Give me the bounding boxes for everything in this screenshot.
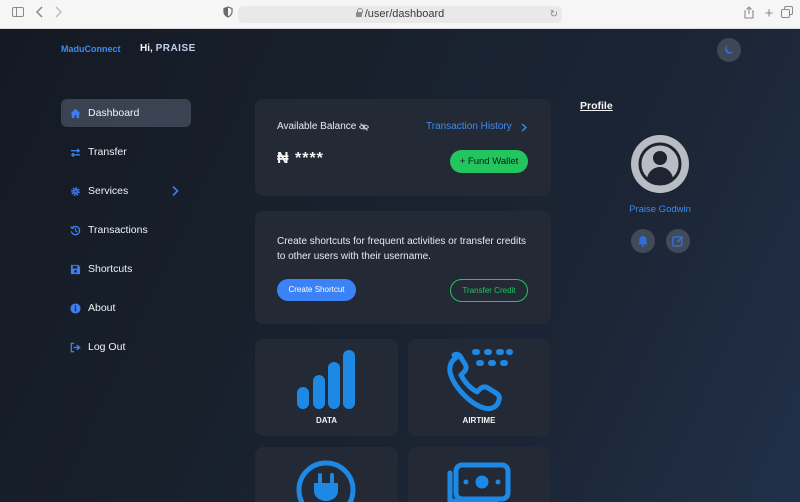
logout-icon [70, 342, 81, 353]
forward-icon[interactable] [50, 6, 66, 22]
chevron-right-icon[interactable] [521, 123, 527, 132]
reload-icon[interactable]: ↻ [550, 6, 558, 23]
sidebar-item-shortcuts[interactable]: Shortcuts [61, 255, 191, 283]
brand-logo[interactable]: MaduConnect [61, 44, 121, 54]
sidebar-item-label: Shortcuts [88, 263, 132, 275]
address-bar[interactable]: /user/dashboard ↻ [238, 6, 562, 23]
sidebar-toggle-icon[interactable] [10, 6, 26, 22]
shortcuts-card: Create shortcuts for frequent activities… [255, 211, 551, 324]
phone-icon [446, 346, 514, 412]
money-bill-icon [446, 461, 512, 502]
signal-bars-icon [295, 349, 357, 411]
electric-plug-icon [295, 459, 357, 502]
eye-slash-icon[interactable] [359, 123, 369, 131]
url-text: /user/dashboard [365, 8, 445, 20]
home-icon [70, 108, 81, 119]
tile-label: AIRTIME [408, 416, 550, 425]
edit-profile-button[interactable] [666, 229, 690, 253]
sidebar-item-about[interactable]: About [61, 294, 191, 322]
bill-payment-tile[interactable] [408, 447, 550, 502]
fund-wallet-button[interactable]: + Fund Wallet [450, 150, 528, 173]
sidebar-item-label: Services [88, 185, 128, 197]
app-root: MaduConnect Hi, PRAISE Dashboard Transfe… [0, 29, 800, 502]
sidebar-item-dashboard[interactable]: Dashboard [61, 99, 191, 127]
info-icon [70, 303, 81, 314]
sidebar-item-label: Dashboard [88, 107, 139, 119]
balance-label: Available Balance [277, 121, 356, 132]
sidebar-item-label: Transactions [88, 224, 148, 236]
transfer-credit-button[interactable]: Transfer Credit [450, 279, 528, 302]
tabs-overview-icon[interactable] [779, 6, 795, 22]
new-tab-icon[interactable]: + [761, 6, 777, 22]
tile-label: DATA [255, 416, 398, 425]
profile-title: Profile [580, 100, 613, 112]
theme-toggle-button[interactable] [717, 38, 741, 62]
sidebar-item-label: Log Out [88, 341, 125, 353]
moon-icon [723, 44, 735, 56]
sidebar-item-transfer[interactable]: Transfer [61, 138, 191, 166]
save-icon [70, 264, 81, 275]
balance-value: ₦ **** [277, 150, 324, 168]
greeting-user-name: PRAISE [156, 43, 196, 54]
balance-card: Available Balance Transaction History ₦ … [255, 99, 551, 196]
sidebar-item-logout[interactable]: Log Out [61, 333, 191, 361]
shield-icon[interactable] [220, 6, 236, 22]
lock-icon [356, 12, 362, 17]
profile-name: Praise Godwin [610, 204, 710, 215]
sidebar-item-services[interactable]: Services [61, 177, 191, 205]
bell-icon [637, 235, 649, 247]
shortcuts-description: Create shortcuts for frequent activities… [277, 234, 527, 264]
airtime-tile[interactable]: AIRTIME [408, 339, 550, 436]
sidebar-item-label: Transfer [88, 146, 127, 158]
data-tile[interactable]: DATA [255, 339, 398, 436]
electricity-tile[interactable] [255, 447, 398, 502]
sidebar-item-transactions[interactable]: Transactions [61, 216, 191, 244]
chevron-right-icon[interactable] [171, 185, 179, 197]
avatar[interactable] [631, 135, 689, 193]
browser-toolbar: /user/dashboard ↻ + [0, 0, 800, 29]
sidebar-item-label: About [88, 302, 115, 314]
back-icon[interactable] [32, 6, 48, 22]
transaction-history-link[interactable]: Transaction History [426, 121, 512, 132]
transfer-arrows-icon [70, 147, 81, 158]
greeting-text: Hi, [140, 43, 153, 54]
share-icon[interactable] [741, 6, 757, 22]
user-icon [631, 135, 689, 193]
create-shortcut-button[interactable]: Create Shortcut [277, 279, 356, 301]
notifications-button[interactable] [631, 229, 655, 253]
edit-icon [672, 235, 684, 247]
gear-icon [70, 186, 81, 197]
greeting: Hi, PRAISE [140, 43, 196, 54]
history-icon [70, 225, 81, 236]
